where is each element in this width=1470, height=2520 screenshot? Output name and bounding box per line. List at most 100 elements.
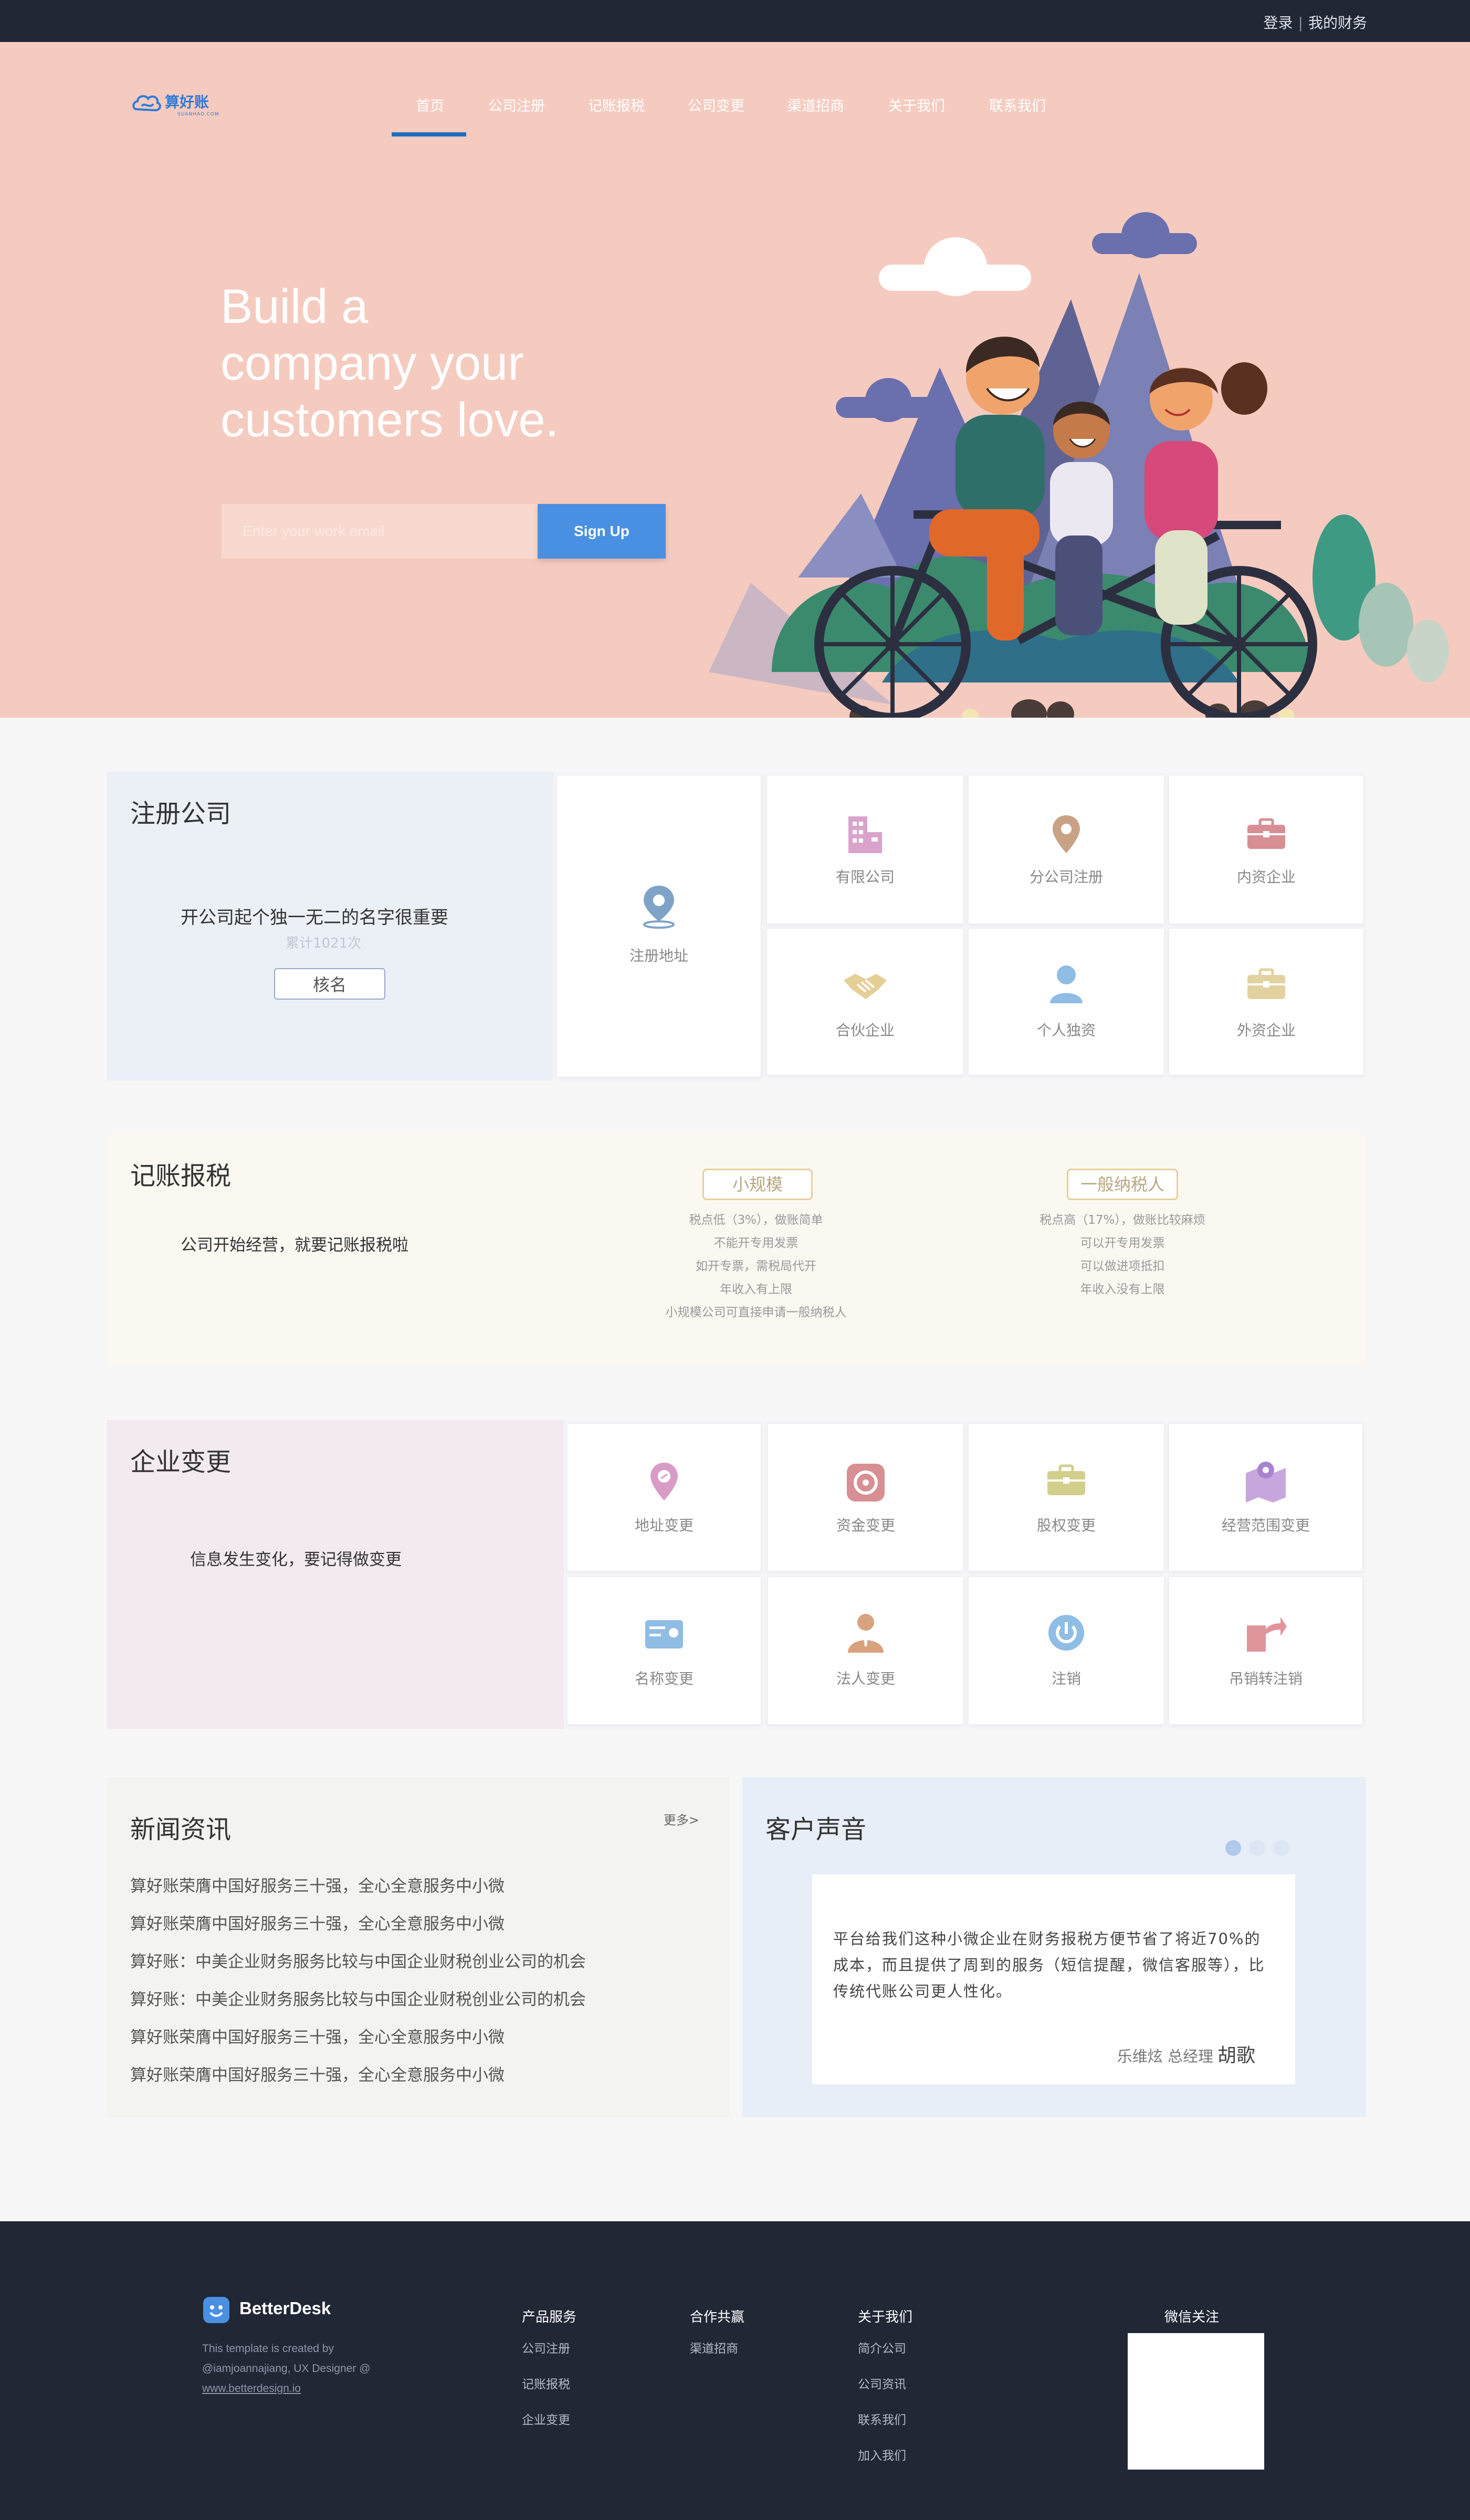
bookkeeping-tax-section: 记账报税 公司开始经营，就要记账报税啦 小规模 税点低（3%），做账简单 不能开… bbox=[107, 1134, 1366, 1366]
nav-company-register[interactable]: 公司注册 bbox=[488, 94, 545, 115]
general-taxpayer-features: 税点高（17%），做账比较麻烦 可以开专用发票 可以做进项抵扣 年收入没有上限 bbox=[965, 1209, 1280, 1301]
tile-revoke-to-cancel[interactable]: 吊销转注销 bbox=[1169, 1577, 1363, 1725]
tile-label: 资金变更 bbox=[836, 1517, 895, 1534]
tile-label: 法人变更 bbox=[836, 1670, 895, 1687]
testimonial-card: 平台给我们这种小微企业在财务报税方便节省了将近70%的成本，而且提供了周到的服务… bbox=[812, 1874, 1295, 2084]
tile-registered-address[interactable]: 注册地址 bbox=[556, 775, 761, 1077]
footer-desc-line: @iamjoannajiang, UX Designer @ bbox=[202, 2362, 371, 2375]
tile-sole-proprietorship[interactable]: 个人独资 bbox=[968, 928, 1164, 1075]
rider-mom bbox=[1144, 362, 1267, 625]
logo-name: 算好账 bbox=[165, 93, 209, 111]
tile-label: 分公司注册 bbox=[1029, 868, 1103, 886]
tax-slogan: 公司开始经营，就要记账报税啦 bbox=[181, 1236, 408, 1255]
tile-address-change[interactable]: 地址变更 bbox=[567, 1423, 761, 1571]
footer-col-title: 产品服务 bbox=[522, 2309, 577, 2325]
carousel-dot[interactable] bbox=[1250, 1840, 1265, 1856]
news-item[interactable]: 算好账荣膺中国好服务三十强，全心全意服务中小微 bbox=[130, 2019, 586, 2056]
id-card-icon bbox=[645, 1620, 683, 1648]
nav-company-change[interactable]: 公司变更 bbox=[688, 94, 744, 115]
footer-col-about: 关于我们 简介公司 公司资讯 联系我们 加入我们 bbox=[858, 2306, 912, 2481]
carousel-dot[interactable] bbox=[1274, 1840, 1289, 1856]
section-title: 记账报税 bbox=[130, 1161, 232, 1191]
briefcase-icon bbox=[1247, 968, 1285, 999]
general-taxpayer-tag[interactable]: 一般纳税人 bbox=[1067, 1169, 1178, 1200]
nav-bookkeeping[interactable]: 记账报税 bbox=[588, 94, 645, 115]
site-logo[interactable]: 算好账 SUANHAO.COM bbox=[131, 88, 236, 120]
account-links: 登录 | 我的财务 bbox=[1264, 12, 1367, 33]
footer-col-products: 产品服务 公司注册 记账报税 企业变更 bbox=[522, 2306, 576, 2445]
tile-label: 吊销转注销 bbox=[1228, 1670, 1303, 1687]
news-item[interactable]: 算好账荣膺中国好服务三十强，全心全意服务中小微 bbox=[130, 2056, 586, 2094]
footer-link[interactable]: 加入我们 bbox=[858, 2445, 912, 2481]
cloud-icon bbox=[1092, 212, 1197, 258]
account-separator: | bbox=[1298, 14, 1303, 32]
footer-site-link[interactable]: www.betterdesign.io bbox=[202, 2382, 301, 2395]
feature-line: 税点高（17%），做账比较麻烦 bbox=[1040, 1213, 1205, 1227]
footer-desc-line: This template is created by bbox=[202, 2343, 334, 2355]
news-item[interactable]: 算好账：中美企业财务服务比较与中国企业财税创业公司的机会 bbox=[130, 1981, 586, 2019]
wechat-qr-code bbox=[1128, 2333, 1264, 2470]
footer-link[interactable]: 简介公司 bbox=[858, 2338, 912, 2374]
footer-description: This template is created by @iamjoannaji… bbox=[202, 2339, 412, 2399]
power-icon bbox=[1048, 1615, 1084, 1651]
tile-legal-person-change[interactable]: 法人变更 bbox=[768, 1577, 964, 1725]
cloud-icon bbox=[879, 237, 1031, 296]
tile-partnership[interactable]: 合伙企业 bbox=[766, 928, 964, 1075]
tile-deregistration[interactable]: 注销 bbox=[968, 1577, 1164, 1725]
nav-home[interactable]: 首页 bbox=[416, 94, 444, 115]
footer-link[interactable]: 渠道招商 bbox=[690, 2338, 744, 2374]
footer-link[interactable]: 记账报税 bbox=[522, 2374, 576, 2410]
footer-link[interactable]: 公司资讯 bbox=[858, 2374, 912, 2410]
news-more-link[interactable]: 更多> bbox=[664, 1810, 699, 1828]
tile-label: 合伙企业 bbox=[835, 1022, 895, 1039]
transfer-arrow-icon bbox=[1247, 1617, 1287, 1652]
map-pin-icon bbox=[643, 886, 675, 929]
nav-channel[interactable]: 渠道招商 bbox=[788, 94, 844, 115]
tile-capital-change[interactable]: 资金变更 bbox=[768, 1423, 964, 1571]
tile-limited-company[interactable]: 有限公司 bbox=[766, 775, 964, 924]
register-options-grid: 注册地址 有限公司 分公司注册 内资企业 合伙企业 个人独资 外资企业 bbox=[553, 772, 1366, 1080]
tile-branch-register[interactable]: 分公司注册 bbox=[968, 775, 1164, 924]
footer-link[interactable]: 公司注册 bbox=[522, 2338, 576, 2374]
news-item[interactable]: 算好账：中美企业财务服务比较与中国企业财税创业公司的机会 bbox=[130, 1943, 586, 1981]
headline-line: company your bbox=[220, 337, 524, 390]
footer-col-title: 合作共赢 bbox=[690, 2309, 745, 2325]
section-title: 新闻资讯 bbox=[130, 1815, 232, 1844]
small-scale-tag[interactable]: 小规模 bbox=[702, 1169, 813, 1200]
tile-business-scope-change[interactable]: 经营范围变更 bbox=[1169, 1423, 1363, 1571]
feature-line: 可以做进项抵扣 bbox=[1080, 1259, 1165, 1273]
nav-active-indicator bbox=[392, 132, 466, 136]
nav-about[interactable]: 关于我们 bbox=[888, 94, 945, 115]
sign-up-button[interactable]: Sign Up bbox=[538, 504, 666, 559]
tile-foreign-enterprise[interactable]: 外资企业 bbox=[1169, 928, 1364, 1075]
footer-col-partners: 合作共赢 渠道招商 bbox=[690, 2306, 744, 2374]
footer-link[interactable]: 联系我们 bbox=[858, 2410, 912, 2445]
nav-contact[interactable]: 联系我们 bbox=[989, 94, 1046, 115]
building-icon bbox=[848, 816, 882, 853]
tile-label: 名称变更 bbox=[634, 1670, 694, 1687]
carousel-dot-active[interactable] bbox=[1225, 1840, 1241, 1856]
site-footer: BetterDesk This template is created by @… bbox=[0, 2221, 1470, 2520]
testimonial-author: 乐维炫 总经理 胡歌 bbox=[1117, 2040, 1255, 2067]
tile-domestic-enterprise[interactable]: 内资企业 bbox=[1169, 775, 1364, 924]
footer-link[interactable]: 企业变更 bbox=[522, 2410, 576, 2445]
change-options-grid: 地址变更 资金变更 股权变更 经营范围变更 名称变更 法人变更 注销 吊销转注销 bbox=[564, 1420, 1366, 1729]
small-scale-features: 税点低（3%），做账简单 不能开专用发票 如开专票，需税局代开 年收入有上限 小… bbox=[598, 1209, 914, 1324]
hero-headline: Build a company your customers love. bbox=[220, 278, 651, 448]
company-change-section: 企业变更 信息发生变化，要记得做变更 地址变更 资金变更 股权变更 经营范围变更… bbox=[107, 1420, 1366, 1729]
tile-label: 内资企业 bbox=[1236, 868, 1296, 886]
login-link[interactable]: 登录 bbox=[1264, 14, 1293, 32]
news-item[interactable]: 算好账荣膺中国好服务三十强，全心全意服务中小微 bbox=[130, 1867, 586, 1905]
tile-name-change[interactable]: 名称变更 bbox=[567, 1577, 761, 1725]
feature-line: 不能开专用发票 bbox=[713, 1236, 799, 1250]
footer-col-title: 关于我们 bbox=[858, 2309, 913, 2325]
name-check-button[interactable]: 核名 bbox=[274, 968, 385, 1000]
news-panel: 新闻资讯 更多> 算好账荣膺中国好服务三十强，全心全意服务中小微 算好账荣膺中国… bbox=[107, 1777, 730, 2117]
betterdesk-logo-icon bbox=[203, 2297, 229, 2323]
work-email-input[interactable] bbox=[222, 504, 539, 559]
change-slogan: 信息发生变化，要记得做变更 bbox=[190, 1550, 402, 1569]
news-item[interactable]: 算好账荣膺中国好服务三十强，全心全意服务中小微 bbox=[130, 1905, 586, 1943]
my-finance-link[interactable]: 我的财务 bbox=[1308, 14, 1367, 32]
hero-section: 算好账 SUANHAO.COM 首页 公司注册 记账报税 公司变更 渠道招商 关… bbox=[0, 42, 1470, 718]
tile-equity-change[interactable]: 股权变更 bbox=[968, 1423, 1164, 1571]
